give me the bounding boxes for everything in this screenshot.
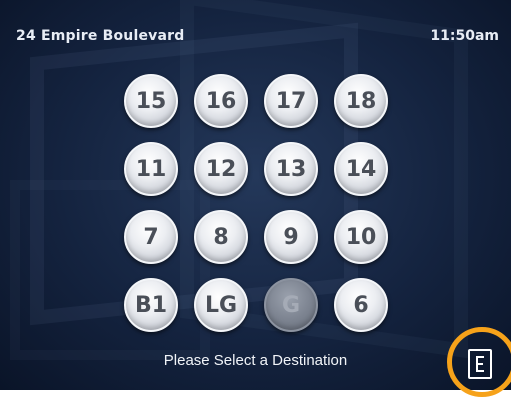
floor-button-12[interactable]: 12 — [194, 142, 248, 196]
floor-button-16[interactable]: 16 — [194, 74, 248, 128]
elevator-exit-icon[interactable] — [468, 349, 492, 379]
floor-button-14[interactable]: 14 — [334, 142, 388, 196]
floor-keypad: 15 16 17 18 11 12 13 14 7 8 9 10 B1 LG G… — [124, 74, 396, 332]
destination-prompt: Please Select a Destination — [163, 352, 348, 369]
floor-button-8[interactable]: 8 — [194, 210, 248, 264]
floor-button-b1[interactable]: B1 — [124, 278, 178, 332]
elevator-exit-glyph — [476, 356, 484, 372]
clock: 11:50am — [430, 28, 499, 44]
floor-button-13[interactable]: 13 — [264, 142, 318, 196]
floor-button-18[interactable]: 18 — [334, 74, 388, 128]
floor-button-10[interactable]: 10 — [334, 210, 388, 264]
floor-button-17[interactable]: 17 — [264, 74, 318, 128]
floor-button-lg[interactable]: LG — [194, 278, 248, 332]
floor-button-9[interactable]: 9 — [264, 210, 318, 264]
floor-button-7[interactable]: 7 — [124, 210, 178, 264]
building-address: 24 Empire Boulevard — [16, 28, 185, 44]
floor-button-11[interactable]: 11 — [124, 142, 178, 196]
floor-button-15[interactable]: 15 — [124, 74, 178, 128]
floor-button-g-current: G — [264, 278, 318, 332]
kiosk-screen: 24 Empire Boulevard 11:50am 15 16 17 18 … — [0, 0, 511, 390]
floor-button-6[interactable]: 6 — [334, 278, 388, 332]
